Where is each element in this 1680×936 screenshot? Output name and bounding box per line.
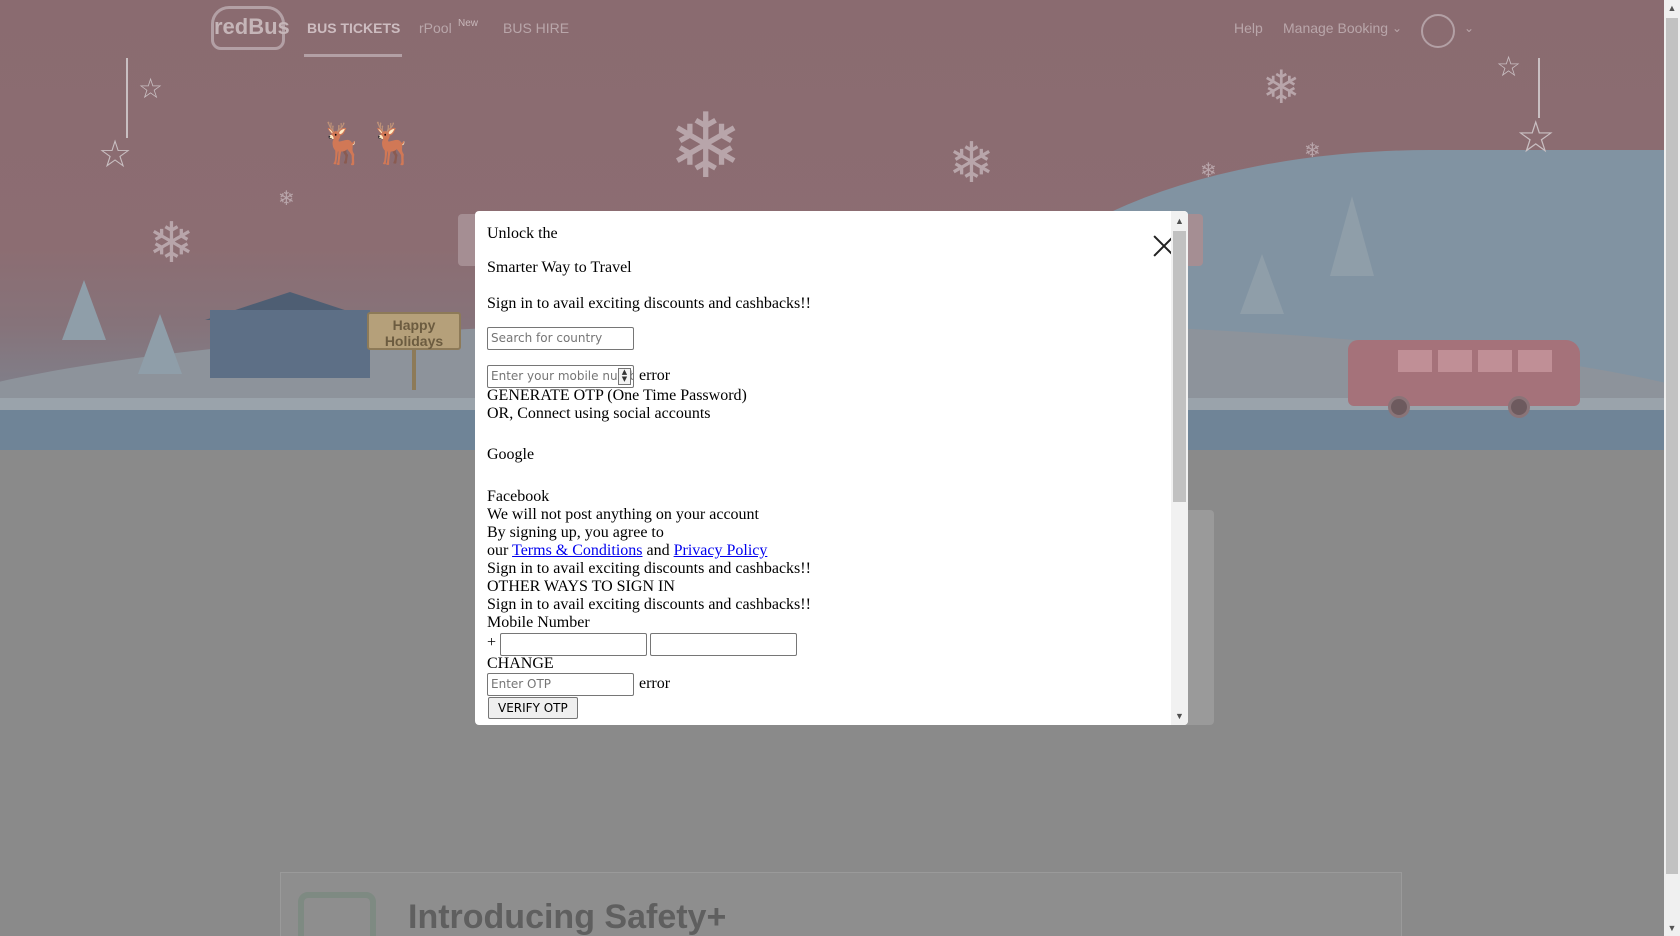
our-text: our: [487, 542, 509, 559]
nav-bus-tickets[interactable]: BUS TICKETS: [307, 20, 400, 36]
plus-sign: +: [487, 634, 497, 651]
facebook-login-button[interactable]: Facebook: [487, 488, 549, 506]
modal-subtitle-repeat: Sign in to avail exciting discounts and …: [487, 560, 811, 577]
agree-text: By signing up, you agree to: [487, 524, 664, 541]
change-number-link[interactable]: CHANGE: [487, 655, 554, 673]
other-ways-sign-in[interactable]: OTHER WAYS TO SIGN IN: [487, 578, 675, 596]
country-code-input[interactable]: [500, 633, 647, 656]
and-text: and: [646, 542, 670, 559]
snowflake-icon: ❄: [1262, 61, 1301, 113]
tree-decoration: [1330, 196, 1374, 276]
redbus-logo[interactable]: redBus: [211, 6, 290, 50]
scroll-up-arrow-icon[interactable]: ▲: [1664, 0, 1680, 16]
otp-error-text: error: [639, 675, 671, 692]
ornament-string: [1538, 58, 1540, 118]
snowflake-icon: ❄: [148, 211, 195, 274]
shield-icon: [298, 892, 376, 936]
ornament-string: [126, 58, 128, 138]
active-tab-indicator: [304, 54, 402, 57]
modal-heading-line1: Unlock the: [487, 225, 558, 242]
privacy-policy-link[interactable]: Privacy Policy: [674, 542, 768, 559]
generate-otp-button[interactable]: GENERATE OTP (One Time Password): [487, 387, 747, 405]
nav-rpool[interactable]: rPool: [419, 20, 452, 36]
nav-bus-hire[interactable]: BUS HIRE: [503, 20, 569, 36]
mobile-number-label: Mobile Number: [487, 614, 590, 631]
number-spinner-icon[interactable]: ▲ ▼: [618, 368, 631, 385]
safety-plus-title: Introducing Safety+: [408, 898, 727, 936]
modal-subtitle-repeat-2: Sign in to avail exciting discounts and …: [487, 596, 811, 613]
login-modal: Unlock the Smarter Way to Travel Sign in…: [475, 211, 1188, 725]
sign-post: [412, 350, 416, 390]
scroll-down-arrow-icon[interactable]: ▼: [1664, 920, 1680, 936]
tree-decoration: [1240, 254, 1284, 314]
page-scrollbar-thumb[interactable]: [1666, 18, 1678, 874]
snowflake-icon: ❄: [948, 131, 995, 194]
bus-window: [1476, 348, 1514, 374]
bus-window: [1516, 348, 1554, 374]
country-search-input[interactable]: Search for country: [487, 327, 634, 350]
bus-window: [1396, 348, 1434, 374]
snowflake-icon: ❄: [1200, 160, 1217, 182]
user-avatar-icon[interactable]: [1421, 14, 1455, 48]
manage-booking-menu[interactable]: Manage Booking: [1283, 20, 1388, 36]
star-icon: ☆: [98, 134, 133, 176]
modal-scroll-down-icon[interactable]: ▼: [1171, 708, 1188, 724]
snowflake-icon: ❄: [278, 188, 295, 210]
terms-link[interactable]: Terms & Conditions: [512, 542, 642, 559]
bus-window: [1436, 348, 1474, 374]
happy-holidays-sign: Happy Holidays: [367, 312, 461, 350]
modal-heading-line2: Smarter Way to Travel: [487, 259, 632, 276]
star-icon: ☆: [138, 73, 164, 104]
google-login-button[interactable]: Google: [487, 446, 534, 464]
tree-decoration: [62, 280, 106, 340]
bus-wheel: [1388, 396, 1410, 418]
top-nav: redBus BUS TICKETS rPool New BUS HIRE He…: [0, 0, 1664, 58]
chevron-down-icon: ⌄: [1392, 21, 1403, 35]
mobile-number-field[interactable]: [650, 633, 797, 656]
snowflake-icon: ❄: [668, 97, 744, 197]
bus-wheel: [1508, 396, 1530, 418]
help-link[interactable]: Help: [1234, 20, 1263, 36]
modal-scroll-up-icon[interactable]: ▲: [1171, 213, 1188, 229]
tree-decoration: [138, 314, 182, 374]
star-icon: ☆: [1516, 113, 1556, 162]
otp-input[interactable]: Enter OTP: [487, 673, 634, 696]
or-connect-text: OR, Connect using social accounts: [487, 405, 711, 422]
modal-subtitle: Sign in to avail exciting discounts and …: [487, 295, 811, 312]
chevron-down-icon[interactable]: ⌄: [1464, 21, 1474, 35]
new-badge: New: [458, 18, 479, 29]
policy-line: our Terms & Conditions and Privacy Polic…: [487, 542, 767, 560]
snowflake-icon: ❄: [1304, 140, 1321, 162]
house-decoration: [210, 310, 370, 378]
mobile-error-text: error: [639, 367, 671, 384]
verify-otp-button[interactable]: VERIFY OTP: [488, 697, 578, 719]
mobile-placeholder: Enter your mobile number: [491, 369, 634, 383]
no-post-note: We will not post anything on your accoun…: [487, 506, 759, 523]
sleigh-icon: 🦌🦌: [318, 122, 418, 166]
modal-scrollbar-thumb[interactable]: [1173, 231, 1186, 502]
bus-illustration: [1348, 340, 1580, 418]
mobile-number-input[interactable]: Enter your mobile number ▲ ▼: [487, 365, 634, 388]
